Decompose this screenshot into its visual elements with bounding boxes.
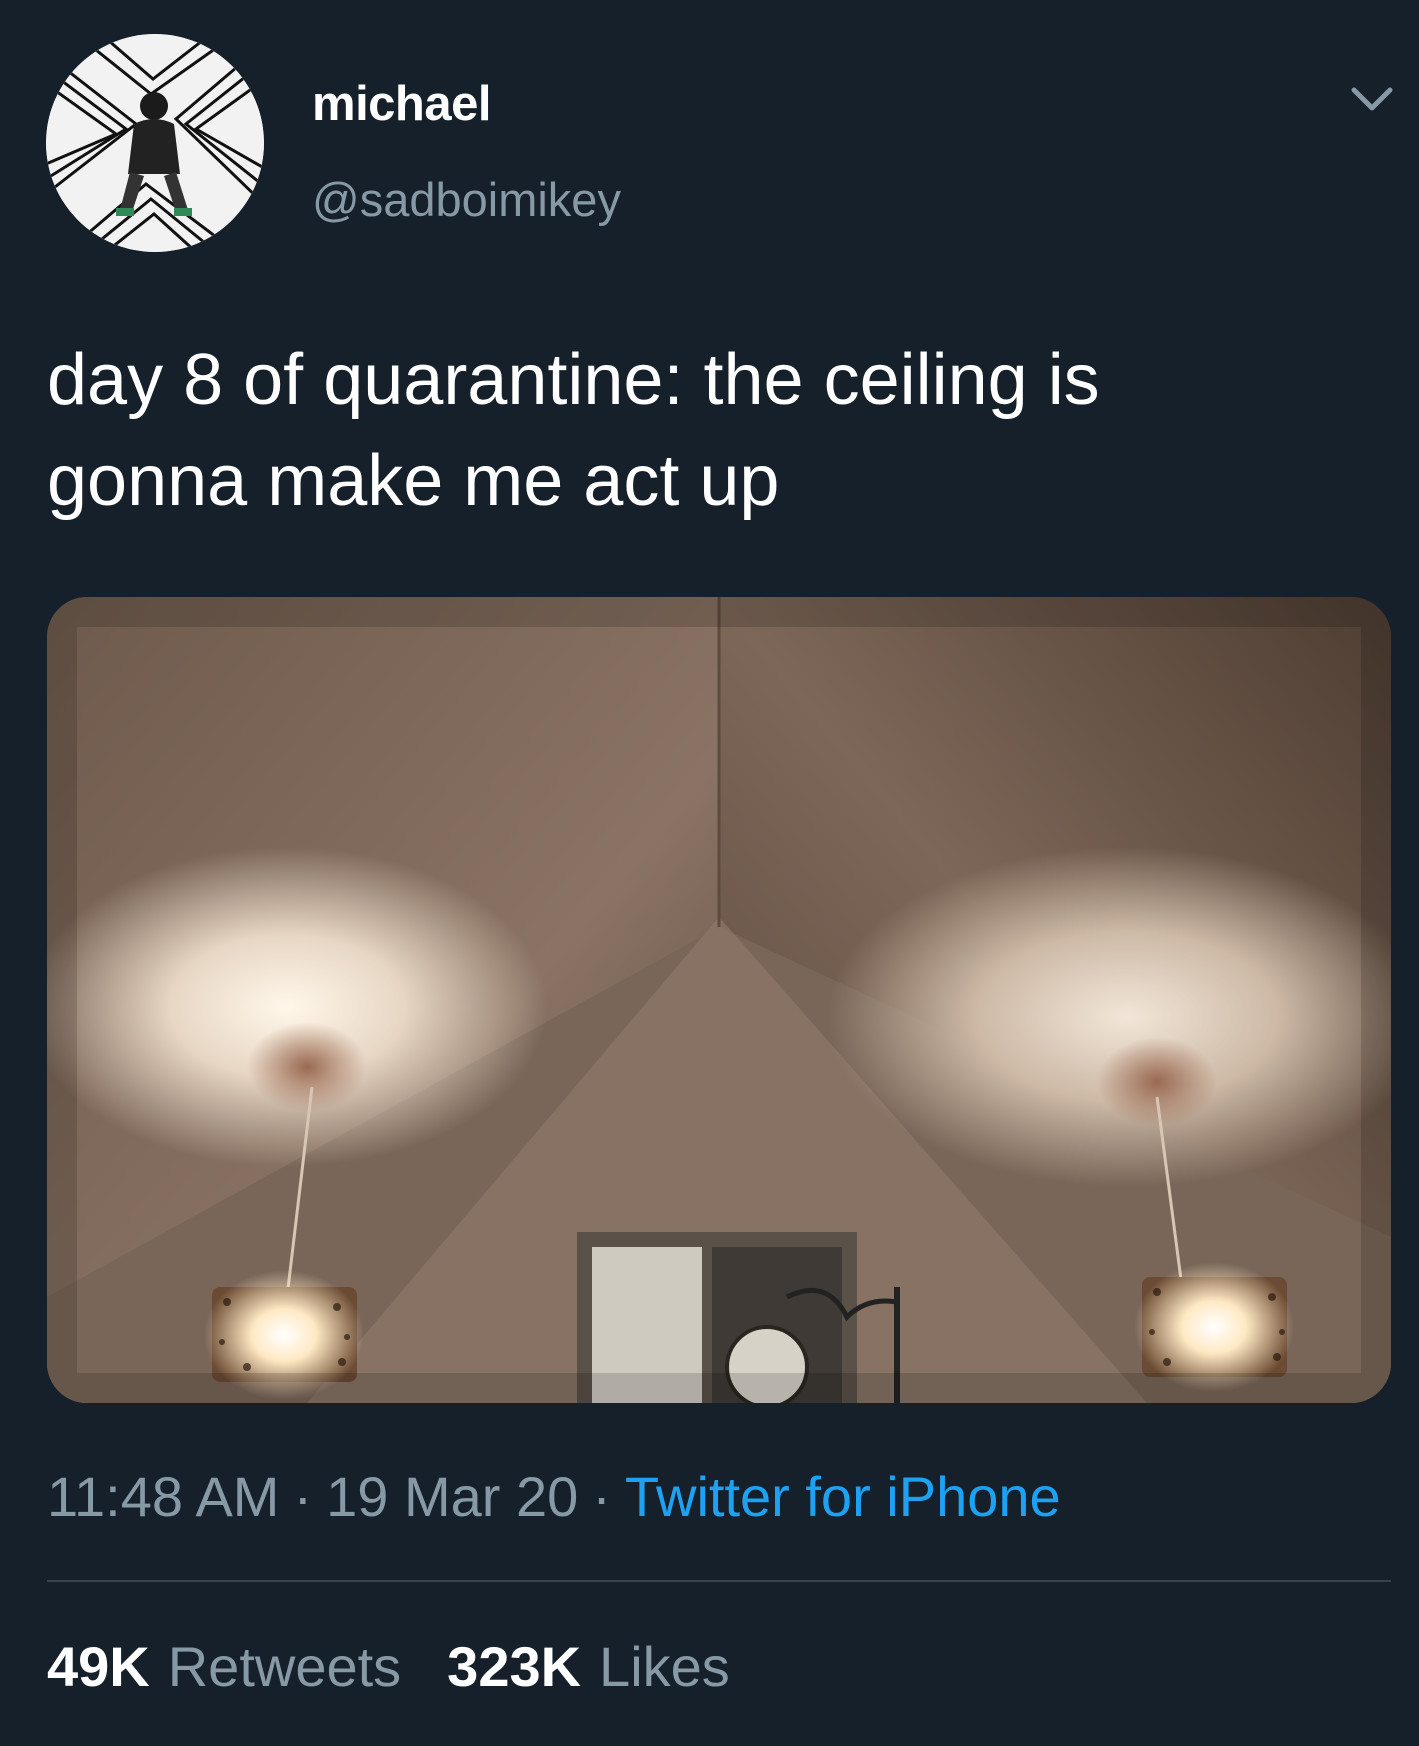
avatar-image <box>46 34 264 252</box>
divider <box>47 1580 1391 1582</box>
tweet-date[interactable]: 19 Mar 20 <box>326 1465 578 1528</box>
likes-count: 323K <box>447 1635 582 1698</box>
chevron-down-icon[interactable] <box>1350 82 1394 118</box>
likes-label: Likes <box>599 1635 730 1698</box>
tweet-source-link[interactable]: Twitter for iPhone <box>625 1465 1061 1528</box>
photo-ceiling-pendant-lamps-icon <box>47 597 1391 1403</box>
retweets-stat[interactable]: 49K Retweets <box>47 1632 401 1702</box>
user-handle[interactable]: @sadboimikey <box>312 170 621 230</box>
separator: · <box>293 1465 313 1528</box>
tweet-time[interactable]: 11:48 AM <box>47 1465 279 1528</box>
tweet-meta: 11:48 AM · 19 Mar 20 · Twitter for iPhone <box>47 1462 1061 1532</box>
separator: · <box>592 1465 611 1528</box>
tweet-text-line: day 8 of quarantine: the ceiling is <box>47 340 1100 420</box>
likes-stat[interactable]: 323K Likes <box>447 1632 730 1702</box>
retweets-label: Retweets <box>167 1635 402 1698</box>
avatar[interactable] <box>46 34 264 252</box>
retweets-count: 49K <box>47 1635 150 1698</box>
tweet-photo[interactable] <box>47 597 1391 1403</box>
tweet-stats: 49K Retweets 323K Likes <box>47 1632 730 1702</box>
display-name[interactable]: michael <box>312 74 491 134</box>
tweet-text: day 8 of quarantine: the ceiling is gonn… <box>47 330 1377 532</box>
tweet-text-line: gonna make me act up <box>47 441 780 521</box>
